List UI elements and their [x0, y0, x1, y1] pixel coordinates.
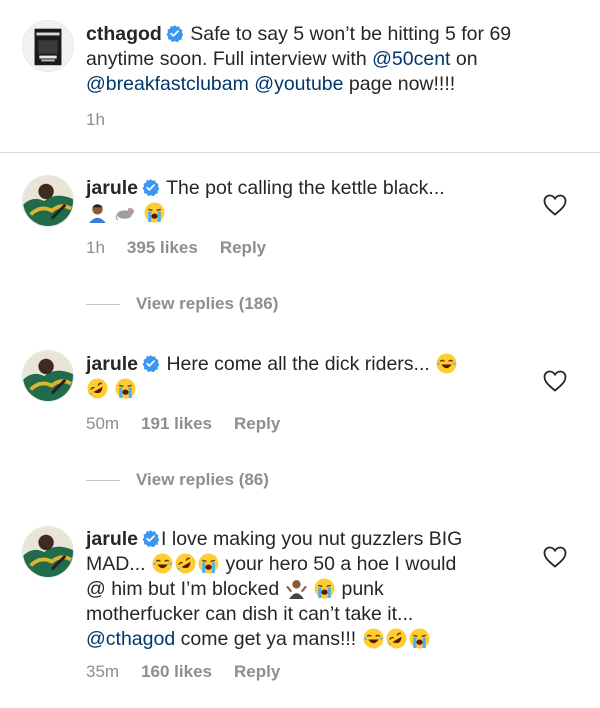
like-heart-icon[interactable]	[543, 546, 567, 568]
comment-2-meta: 50m 191 likes Reply	[86, 414, 280, 434]
comment-3-timestamp[interactable]: 35m	[86, 662, 119, 682]
caption-line-4: page now!!!!	[348, 73, 456, 95]
caption-meta: 1h	[86, 110, 105, 130]
replies-divider-line	[86, 479, 120, 481]
comment-3-text: jarule I love making you nut guzzlers BIG…	[86, 527, 536, 652]
comment-1-meta: 1h 395 likes Reply	[86, 238, 266, 258]
person-shrugging-emoji	[285, 578, 307, 599]
verified-badge-icon	[142, 355, 160, 372]
face-with-tears-of-joy-emoji	[436, 353, 457, 374]
caption-timestamp[interactable]: 1h	[86, 110, 105, 130]
rolling-on-floor-laughing-emoji	[87, 378, 108, 399]
rat-emoji	[115, 202, 136, 223]
comment-3-line-5: punk	[341, 578, 384, 600]
post-caption: cthagod Safe to say 5 won’t be hitting 5…	[0, 0, 600, 152]
caption-text: cthagod Safe to say 5 won’t be hitting 5…	[86, 22, 576, 97]
comment-3-line-2: MAD...	[86, 553, 146, 575]
rolling-on-floor-laughing-emoji	[386, 628, 407, 649]
like-heart-icon[interactable]	[543, 194, 567, 216]
comment-1-text: jarule The pot calling the kettle black.…	[86, 176, 536, 226]
man-emoji	[87, 202, 108, 223]
comment-3-line-1: I love making you nut guzzlers BIG	[161, 528, 463, 550]
comment-3-line-7: come get ya mans!!!	[180, 628, 357, 650]
comment-3-username[interactable]: jarule	[86, 528, 138, 550]
caption-divider	[0, 152, 600, 153]
comment-2-body: Here come all the dick riders...	[166, 353, 430, 375]
mention-cthagod[interactable]: @cthagod	[86, 628, 175, 650]
mention-breakfastclubam[interactable]: @breakfastclubam	[86, 73, 249, 95]
avatar-cthagod[interactable]	[22, 20, 74, 72]
comment-1-likes[interactable]: 395 likes	[127, 238, 198, 258]
avatar-jarule[interactable]	[22, 350, 74, 402]
comment-1-timestamp[interactable]: 1h	[86, 238, 105, 258]
comment-3-reply-button[interactable]: Reply	[234, 662, 280, 682]
comment-3-likes[interactable]: 160 likes	[141, 662, 212, 682]
loudly-crying-face-emoji	[314, 578, 335, 599]
face-with-tears-of-joy-emoji	[152, 553, 173, 574]
avatar-jarule[interactable]	[22, 526, 74, 578]
comment-1-username[interactable]: jarule	[86, 177, 138, 199]
replies-divider-line	[86, 303, 120, 305]
comment-2-username[interactable]: jarule	[86, 353, 138, 375]
caption-on: on	[455, 48, 478, 70]
face-with-tears-of-joy-emoji	[363, 628, 384, 649]
avatar-jarule[interactable]	[22, 175, 74, 227]
comment-3-line-3: your hero 50 a hoe I would	[225, 553, 457, 575]
loudly-crying-face-emoji	[144, 202, 165, 223]
verified-badge-icon	[142, 530, 160, 547]
view-replies-label: View replies (86)	[136, 470, 269, 489]
comment-3-line-6: motherfucker can dish it can’t take it..…	[86, 603, 414, 625]
comment-1-view-replies[interactable]: View replies (186)	[86, 294, 278, 314]
mention-50cent[interactable]: @50cent	[372, 48, 450, 70]
verified-badge-icon	[166, 25, 183, 42]
caption-line-2: anytime soon. Full interview with	[86, 48, 367, 70]
view-replies-label: View replies (186)	[136, 294, 279, 313]
loudly-crying-face-emoji	[409, 628, 430, 649]
comment-1-reply-button[interactable]: Reply	[220, 238, 266, 258]
comment-2-timestamp[interactable]: 50m	[86, 414, 119, 434]
comment-1-body: The pot calling the kettle black...	[166, 177, 445, 199]
rolling-on-floor-laughing-emoji	[175, 553, 196, 574]
comment-2-view-replies[interactable]: View replies (86)	[86, 470, 269, 490]
caption-line-1: Safe to say 5 won’t be hitting 5 for 69	[190, 23, 512, 45]
comment-2-text: jarule Here come all the dick riders...	[86, 352, 536, 402]
like-heart-icon[interactable]	[543, 370, 567, 392]
comment-2-reply-button[interactable]: Reply	[234, 414, 280, 434]
verified-badge-icon	[142, 179, 160, 196]
comment-3-line-4: @ him but I’m blocked	[86, 578, 280, 600]
loudly-crying-face-emoji	[115, 378, 136, 399]
mention-youtube[interactable]: @youtube	[254, 73, 343, 95]
caption-username[interactable]: cthagod	[86, 23, 162, 45]
comment-3-meta: 35m 160 likes Reply	[86, 662, 280, 682]
loudly-crying-face-emoji	[198, 553, 219, 574]
comment-2-likes[interactable]: 191 likes	[141, 414, 212, 434]
